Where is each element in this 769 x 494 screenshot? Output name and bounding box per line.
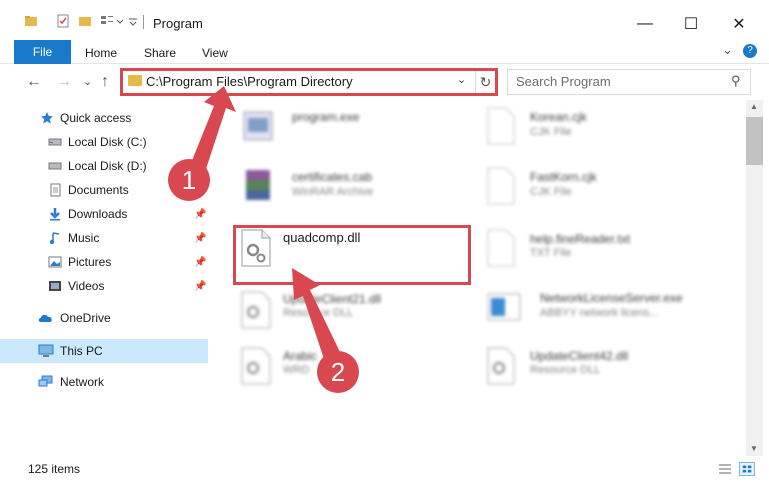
sidebar-item-label: Downloads	[68, 207, 128, 221]
address-highlight-box	[120, 68, 498, 96]
music-icon	[49, 232, 60, 245]
forward-button[interactable]: →	[56, 73, 72, 91]
minimize-button[interactable]: —	[622, 10, 668, 38]
scrollbar-thumb[interactable]	[746, 117, 763, 165]
exe-file-icon	[243, 111, 273, 141]
computer-icon	[38, 344, 54, 357]
help-icon[interactable]: ?	[743, 44, 757, 58]
sidebar-item-music[interactable]: Music 📌	[0, 226, 208, 250]
dll-file-icon	[241, 347, 271, 385]
properties-icon[interactable]	[56, 14, 70, 28]
cloud-icon	[38, 314, 52, 322]
sidebar-item-quick-access[interactable]: Quick access	[0, 106, 208, 130]
dll-file-icon	[487, 347, 515, 385]
picture-icon	[48, 256, 62, 268]
file-name: Arabic	[283, 349, 318, 363]
sidebar-item-label: Music	[68, 231, 100, 245]
file-type: ABBYY network licens...	[540, 307, 659, 319]
sidebar-item-network[interactable]: Network	[0, 370, 208, 394]
view-options-icon[interactable]	[100, 14, 114, 28]
sidebar-item-label: Videos	[68, 279, 105, 293]
sidebar-item-onedrive[interactable]: OneDrive	[0, 306, 208, 330]
close-button[interactable]: ✕	[716, 10, 762, 38]
star-icon	[41, 112, 53, 124]
tab-share[interactable]: Share	[144, 46, 176, 60]
pin-icon[interactable]: 📌	[194, 233, 206, 244]
customize-toolbar-icon[interactable]	[128, 14, 138, 28]
file-type: TXT File	[530, 247, 572, 259]
file-tab[interactable]: File	[14, 40, 71, 64]
sidebar-item-label: Quick access	[60, 111, 132, 125]
file-type: WRD	[283, 364, 310, 376]
up-button[interactable]: ↑	[101, 73, 109, 91]
dll-file-icon	[241, 291, 271, 329]
sidebar-item-label: OneDrive	[60, 311, 111, 325]
details-view-icon[interactable]	[717, 462, 733, 476]
sidebar-item-label: Network	[60, 375, 105, 389]
network-icon	[38, 375, 53, 387]
file-name: UpdateClient42.dll	[530, 349, 629, 363]
pin-icon[interactable]: 📌	[194, 209, 206, 220]
sidebar-item-downloads[interactable]: Downloads 📌	[0, 202, 208, 226]
file-name: Korean.cjk	[530, 110, 587, 124]
sidebar-item-label: Pictures	[68, 255, 112, 269]
tab-home[interactable]: Home	[85, 46, 117, 60]
step-badge-1: 1	[168, 159, 210, 201]
file-highlight-box	[233, 225, 471, 285]
file-name: FastKorn.cjk	[530, 170, 597, 184]
download-icon	[50, 208, 60, 221]
file-type: CJK File	[530, 186, 572, 198]
pin-icon[interactable]: 📌	[194, 281, 206, 292]
sidebar-item-label: Local Disk (D:)	[68, 159, 147, 173]
search-input[interactable]: Search Program	[516, 74, 611, 89]
sidebar-item-label: Local Disk (C:)	[68, 135, 147, 149]
scroll-up-icon[interactable]: ▲	[750, 102, 758, 111]
file-type: Resource DLL	[530, 364, 601, 376]
sidebar-item-pictures[interactable]: Pictures 📌	[0, 250, 208, 274]
file-name: UpdateClient21.dll	[283, 292, 382, 306]
file-name: NetworkLicenseServer.exe	[540, 291, 683, 305]
video-icon	[49, 281, 61, 291]
status-bar	[0, 456, 769, 494]
file-type: CJK File	[530, 126, 572, 138]
item-count: 125 items	[28, 462, 81, 476]
generic-file-icon	[487, 167, 515, 205]
archive-file-icon	[246, 170, 270, 200]
exe-file-icon	[487, 293, 521, 321]
search-icon[interactable]: ⚲	[731, 73, 741, 89]
scroll-down-icon[interactable]: ▼	[750, 444, 758, 453]
sidebar-item-videos[interactable]: Videos 📌	[0, 274, 208, 298]
recent-locations-button[interactable]: ⌄	[83, 75, 92, 88]
text-file-icon	[487, 229, 515, 267]
window-title: Program	[153, 16, 203, 31]
pin-icon[interactable]: 📌	[194, 257, 206, 268]
file-name: certificates.cab	[292, 170, 373, 184]
drive-icon	[48, 162, 62, 170]
sidebar-item-label: This PC	[60, 344, 103, 358]
file-name: help.fineReader.txt	[530, 232, 631, 246]
sidebar-item-label: Documents	[68, 183, 129, 197]
chevron-down-icon[interactable]	[116, 14, 124, 28]
file-name: program.exe	[292, 110, 360, 124]
generic-file-icon	[487, 107, 515, 145]
new-folder-icon[interactable]	[78, 14, 92, 28]
step-badge-2: 2	[317, 351, 359, 393]
drive-icon	[48, 138, 62, 146]
title-separator	[143, 15, 144, 29]
expand-ribbon-icon[interactable]: ⌄	[722, 42, 733, 58]
folder-icon[interactable]	[24, 14, 38, 28]
sidebar-item-this-pc[interactable]: This PC	[0, 339, 208, 363]
tab-view[interactable]: View	[202, 46, 228, 60]
maximize-button[interactable]: ☐	[668, 10, 714, 38]
document-icon	[50, 183, 61, 197]
sidebar-item-local-disk-c[interactable]: Local Disk (C:)	[0, 130, 208, 154]
file-type: Resource DLL	[283, 307, 354, 319]
back-button[interactable]: ←	[26, 73, 42, 91]
large-icons-view-icon[interactable]	[739, 462, 755, 476]
file-type: WinRAR Archive	[292, 186, 374, 198]
